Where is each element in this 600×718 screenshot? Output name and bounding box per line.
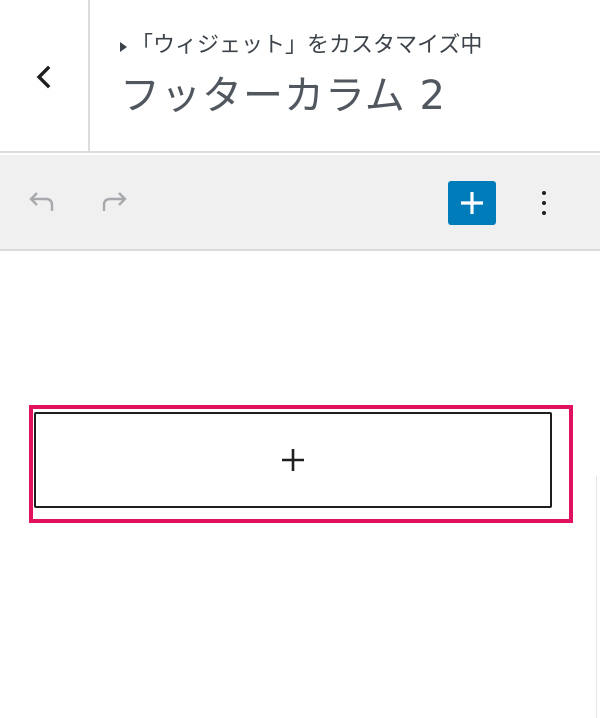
breadcrumb: 「ウィジェット」をカスタマイズ中 bbox=[120, 30, 580, 62]
widget-area-content bbox=[0, 253, 600, 718]
customizer-panel: 「ウィジェット」をカスタマイズ中 フッターカラム 2 bbox=[0, 0, 600, 718]
undo-icon bbox=[29, 192, 54, 211]
redo-button[interactable] bbox=[96, 185, 132, 221]
more-vertical-icon bbox=[542, 191, 546, 195]
plus-icon bbox=[282, 449, 304, 471]
redo-icon bbox=[102, 192, 127, 211]
undo-button[interactable] bbox=[24, 185, 60, 221]
back-button[interactable] bbox=[0, 0, 90, 153]
chevron-left-icon bbox=[36, 65, 51, 88]
caret-right-icon bbox=[120, 42, 127, 52]
block-toolbar bbox=[0, 155, 600, 251]
more-options-button[interactable] bbox=[526, 181, 562, 225]
block-appender-button[interactable] bbox=[34, 412, 552, 508]
divider bbox=[596, 476, 597, 718]
panel-title: フッターカラム 2 bbox=[120, 73, 446, 119]
panel-header: 「ウィジェット」をカスタマイズ中 フッターカラム 2 bbox=[0, 0, 600, 153]
add-block-button[interactable] bbox=[448, 181, 496, 225]
header-title-area: 「ウィジェット」をカスタマイズ中 フッターカラム 2 bbox=[120, 30, 580, 118]
breadcrumb-text: 「ウィジェット」をカスタマイズ中 bbox=[131, 33, 483, 58]
plus-icon bbox=[461, 192, 483, 214]
